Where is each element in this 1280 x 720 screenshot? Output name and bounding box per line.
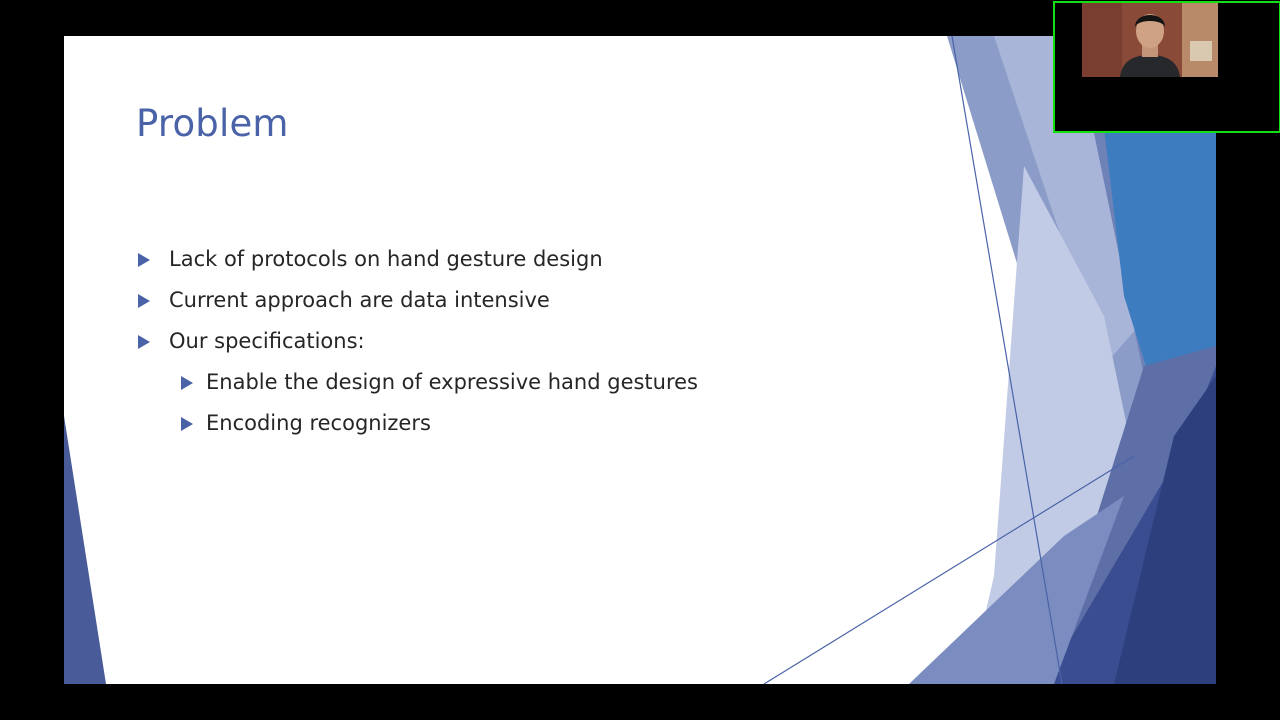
bullet-text: Enable the design of expressive hand ges… [206,370,699,394]
sub-bullet-item: Encoding recognizers [136,405,698,446]
triangle-bullet-icon [138,335,150,349]
bullet-item: Lack of protocols on hand gesture design [136,241,698,282]
triangle-bullet-icon [138,253,150,267]
webcam-overlay[interactable] [1053,1,1280,133]
sub-bullet-item: Enable the design of expressive hand ges… [136,364,698,405]
bullet-text: Current approach are data intensive [169,288,550,312]
video-frame: Problem Lack of protocols on hand gestur… [0,0,1280,720]
bullet-item: Current approach are data intensive [136,282,698,323]
presentation-slide: Problem Lack of protocols on hand gestur… [64,36,1216,684]
triangle-bullet-icon [181,417,193,431]
bullet-list: Lack of protocols on hand gesture design… [136,241,698,446]
slide-title: Problem [136,102,289,145]
bullet-item: Our specifications: [136,323,698,364]
triangle-bullet-icon [138,294,150,308]
bullet-text: Lack of protocols on hand gesture design [169,247,603,271]
bullet-text: Our specifications: [169,329,365,353]
triangle-bullet-icon [181,376,193,390]
bullet-text: Encoding recognizers [206,411,431,435]
webcam-video-feed [1082,3,1218,77]
